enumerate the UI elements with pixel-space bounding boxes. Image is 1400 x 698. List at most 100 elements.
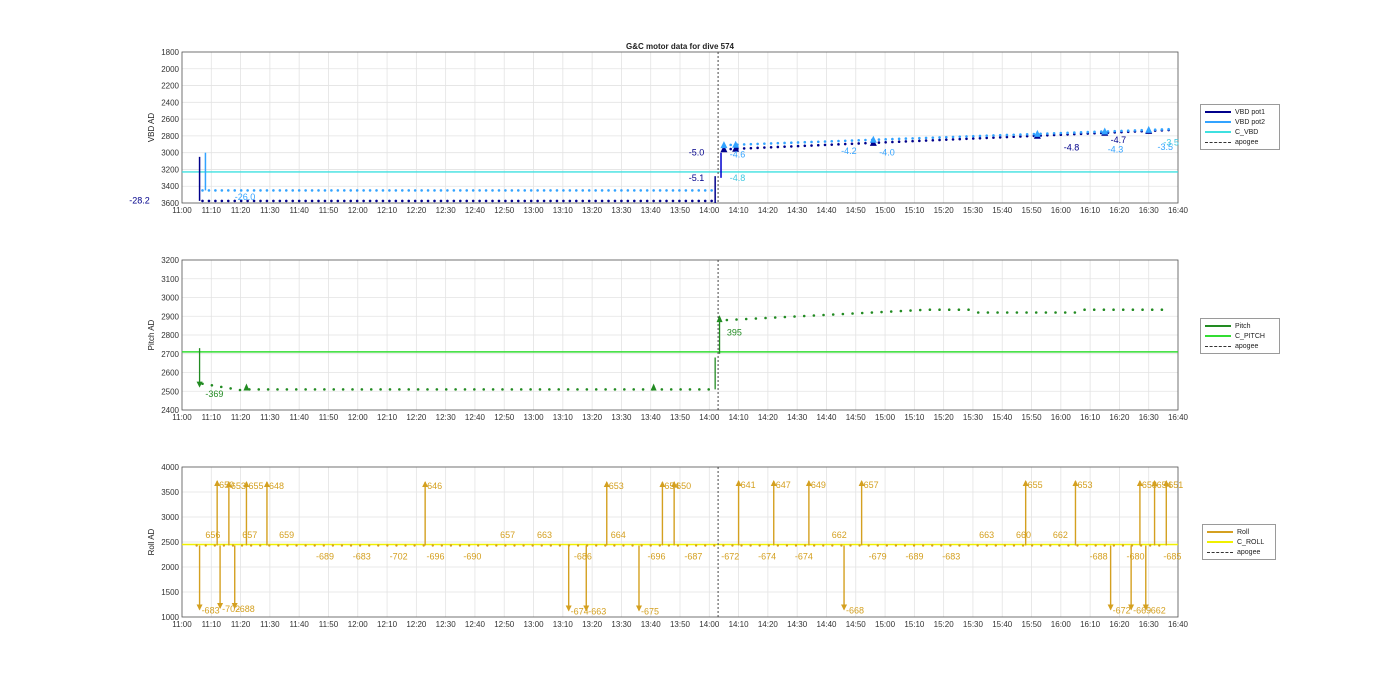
- data-point: [458, 544, 462, 547]
- data-point: [238, 388, 242, 392]
- data-point: [585, 388, 589, 391]
- data-point: [665, 189, 668, 192]
- x-tick-label: 13:20: [582, 413, 603, 422]
- data-point: [831, 313, 835, 316]
- data-point: [491, 388, 495, 391]
- data-point: [658, 189, 662, 192]
- data-point: [413, 189, 417, 192]
- x-tick-label: 12:50: [494, 620, 515, 629]
- data-point: [600, 199, 604, 203]
- data-point: [691, 199, 694, 203]
- data-point: [536, 199, 539, 203]
- data-label: 651: [1168, 480, 1183, 490]
- legend-item-c-vbd: C_VBD: [1205, 127, 1275, 137]
- data-point: [794, 544, 798, 547]
- data-point: [1073, 311, 1077, 314]
- data-point: [342, 199, 346, 203]
- data-point: [587, 199, 591, 203]
- data-point: [703, 189, 707, 192]
- data-point: [985, 134, 989, 138]
- data-point: [769, 145, 773, 149]
- data-point: [613, 544, 616, 547]
- data-label: -696: [426, 552, 444, 562]
- data-point: [1150, 308, 1154, 311]
- x-tick-label: 13:40: [641, 206, 662, 215]
- data-point: [576, 544, 580, 547]
- data-label: 656: [205, 530, 220, 540]
- data-point: [994, 544, 997, 547]
- y-tick-label: 3000: [161, 149, 179, 158]
- legend-item-roll: Roll: [1207, 527, 1271, 537]
- data-label: 653: [1077, 480, 1092, 490]
- data-point: [231, 544, 235, 547]
- data-point: [622, 544, 625, 547]
- y-tick-label: 2400: [161, 98, 179, 107]
- x-tick-label: 12:40: [465, 206, 486, 215]
- data-point: [220, 189, 224, 192]
- x-tick-label: 12:30: [436, 206, 457, 215]
- data-point: [322, 544, 325, 547]
- data-point: [332, 388, 336, 391]
- data-point: [330, 199, 333, 203]
- data-point: [379, 388, 382, 391]
- data-point: [201, 189, 204, 192]
- data-point: [388, 388, 392, 391]
- data-point: [911, 137, 914, 140]
- data-point: [1067, 544, 1070, 547]
- x-tick-label: 11:40: [289, 413, 309, 422]
- data-point: [259, 544, 262, 547]
- data-label: -688: [1090, 552, 1108, 562]
- data-point: [377, 544, 380, 547]
- data-point: [697, 199, 701, 203]
- data-point: [703, 199, 707, 203]
- data-point: [931, 544, 934, 547]
- data-point: [420, 189, 423, 192]
- data-point: [1058, 544, 1061, 547]
- data-point: [272, 199, 275, 203]
- data-point: [620, 189, 623, 192]
- data-label: 663: [537, 530, 552, 540]
- pitch-panel: 11:00 11:10 11:20 11:30 11:40 11:50 12:00 12:10…: [147, 256, 1189, 422]
- data-point: [843, 139, 847, 143]
- y-tick-label: 2500: [161, 387, 179, 396]
- data-point: [229, 387, 232, 390]
- x-tick-label: 13:40: [641, 413, 662, 422]
- data-point: [965, 137, 968, 141]
- data-point: [386, 544, 389, 547]
- x-tick-label: 11:30: [260, 413, 280, 422]
- y-tick-label: 2600: [161, 369, 179, 378]
- data-point: [1092, 308, 1096, 311]
- data-point: [938, 136, 941, 139]
- data-label: 647: [776, 480, 791, 490]
- y-tick-label: 3500: [161, 488, 179, 497]
- x-tick-label: 14:10: [729, 413, 750, 422]
- data-point: [703, 544, 707, 547]
- data-label: -679: [869, 552, 887, 562]
- data-point: [548, 388, 551, 391]
- data-point: [407, 388, 411, 391]
- data-point: [491, 189, 494, 192]
- data-label: -663: [588, 607, 606, 617]
- data-point: [607, 199, 610, 203]
- x-tick-label: 12:10: [377, 620, 398, 629]
- data-label: -689: [316, 552, 334, 562]
- data-point: [877, 138, 881, 141]
- data-point: [1102, 308, 1106, 311]
- y-axis-label: Pitch AD: [147, 319, 156, 350]
- vbd-legend: VBD pot1 VBD pot2 C_VBD apogee: [1200, 104, 1280, 150]
- y-tick-label: 3400: [161, 182, 179, 191]
- x-tick-label: 13:00: [524, 413, 545, 422]
- data-point: [1167, 127, 1170, 131]
- data-point: [594, 199, 597, 203]
- x-tick-label: 16:20: [1109, 620, 1130, 629]
- data-label: -4.8: [730, 173, 746, 183]
- data-label: 653: [609, 481, 624, 491]
- x-tick-label: 14:50: [846, 413, 867, 422]
- data-point: [924, 136, 928, 140]
- data-point: [416, 388, 420, 391]
- data-point: [568, 199, 572, 203]
- x-tick-label: 13:50: [670, 620, 691, 629]
- data-point: [924, 139, 928, 142]
- data-point: [433, 189, 436, 192]
- x-tick-label: 11:40: [289, 206, 309, 215]
